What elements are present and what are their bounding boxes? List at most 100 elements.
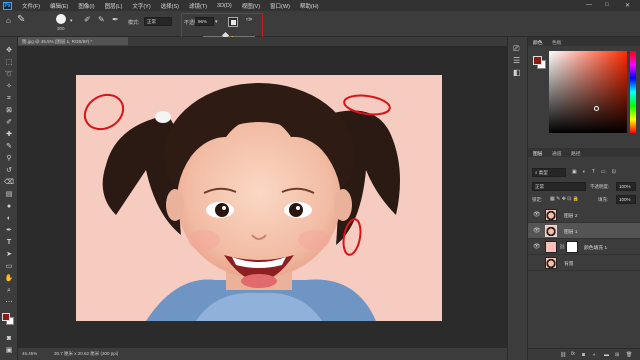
layer-opacity-input[interactable]: 100% (616, 182, 636, 191)
properties-icon[interactable]: ☰ (513, 57, 520, 65)
layer-filter-select[interactable]: ⌕ 类型 (532, 168, 566, 177)
menu-edit[interactable]: 编辑(E) (50, 2, 68, 10)
mode-select[interactable]: 正常 (144, 17, 172, 26)
adjustments-icon[interactable]: ◧ (513, 69, 521, 77)
panel-foreground-swatch[interactable] (533, 56, 542, 65)
maximize-button[interactable]: □ (605, 2, 609, 8)
menu-file[interactable]: 文件(F) (22, 2, 40, 10)
layer-row-layer-2[interactable]: 👁 图层 2 (528, 207, 640, 223)
screen-mode-icon[interactable]: ▣ (4, 346, 14, 355)
layer-style-icon[interactable]: fx (571, 351, 575, 357)
new-layer-icon[interactable]: ⊞ (615, 352, 619, 358)
add-mask-icon[interactable]: ◙ (582, 352, 585, 358)
layer-filter-label: 类型 (538, 170, 548, 175)
visibility-eye-icon[interactable]: 👁 (533, 243, 541, 250)
document-info: 30.7 厘米 x 20.62 厘米 (300 ppi) (54, 351, 119, 356)
chevron-down-icon[interactable]: ▾ (215, 18, 218, 26)
layer-row-color-fill[interactable]: 👁 ⛓ 颜色填充 1 (528, 239, 640, 255)
group-folder-icon[interactable]: ▬ (604, 352, 609, 358)
history-brush-tool-icon[interactable]: ↺ (4, 166, 14, 175)
history-icon[interactable]: ⎚ (513, 45, 519, 53)
smart-filter-icon[interactable]: ⊡ (612, 169, 616, 176)
home-icon[interactable]: ⌂ (6, 17, 11, 25)
pixel-filter-icon[interactable]: ▣ (572, 169, 577, 176)
color-picker-handle[interactable] (594, 106, 599, 111)
quick-select-tool-icon[interactable]: ✧ (4, 82, 14, 91)
eyedropper-tool-icon[interactable]: ✐ (4, 118, 14, 127)
opacity-input[interactable]: 96% (195, 17, 214, 26)
link-layers-icon[interactable]: ⛓ (560, 352, 566, 358)
hue-slider[interactable] (630, 51, 636, 133)
trash-icon[interactable]: 🗑 (626, 352, 632, 358)
path-select-tool-icon[interactable]: ➤ (4, 250, 14, 259)
smoothing-settings-icon[interactable]: ✑ (246, 16, 253, 24)
visibility-eye-icon[interactable]: 👁 (533, 211, 541, 218)
tab-swatches[interactable]: 色板 (552, 39, 562, 46)
shape-filter-icon[interactable]: ▭ (601, 169, 606, 176)
quick-mask-icon[interactable]: ◙ (4, 334, 14, 343)
type-tool-icon[interactable]: T (4, 238, 14, 247)
layers-panel-tabs (528, 148, 640, 157)
menu-image[interactable]: 图像(I) (78, 2, 94, 10)
stamp-tool-icon[interactable]: ⚲ (4, 154, 14, 163)
layer-thumbnail (545, 225, 557, 237)
menu-type[interactable]: 文字(Y) (132, 2, 150, 10)
pressure-opacity-icon[interactable] (228, 17, 238, 27)
zoom-tool-icon[interactable]: ⌕ (4, 286, 14, 295)
color-saturation-field[interactable] (549, 51, 627, 133)
lock-icons[interactable]: ▦ ✎ ✥ ⊡ 🔒 (550, 196, 579, 202)
tab-channels[interactable]: 通道 (552, 150, 562, 157)
type-filter-icon[interactable]: T (592, 169, 595, 176)
healing-tool-icon[interactable]: ✚ (4, 130, 14, 139)
menu-3d[interactable]: 3D(D) (217, 3, 232, 9)
visibility-eye-icon[interactable]: 👁 (533, 227, 541, 234)
layer-thumbnail (545, 257, 557, 269)
more-tools-icon[interactable]: ⋯ (4, 298, 14, 307)
frame-tool-icon[interactable]: ⊠ (4, 106, 14, 115)
rectangle-tool-icon[interactable]: ▭ (4, 262, 14, 271)
hand-tool-icon[interactable]: ✋ (4, 274, 14, 283)
adjustment-layer-icon[interactable]: ◐ (593, 352, 596, 358)
airbrush-icon[interactable]: ✒ (112, 16, 119, 24)
menu-select[interactable]: 选择(S) (161, 2, 179, 10)
menu-help[interactable]: 帮助(H) (300, 2, 319, 10)
menu-filter[interactable]: 滤镜(T) (189, 2, 207, 10)
tab-color[interactable]: 颜色 (533, 39, 543, 46)
gradient-tool-icon[interactable]: ▤ (4, 190, 14, 199)
foreground-color-swatch[interactable] (2, 313, 10, 321)
brush-tool-icon[interactable]: ✎ (4, 142, 14, 151)
pressure-size-icon[interactable]: ✎ (98, 16, 105, 24)
close-button[interactable]: ✕ (625, 2, 630, 9)
eraser-tool-icon[interactable]: ⌫ (4, 178, 14, 187)
zoom-level[interactable]: 45.45% (22, 351, 37, 356)
fill-input[interactable]: 100% (616, 195, 636, 204)
menu-layer[interactable]: 图层(L) (105, 2, 123, 10)
layer-row-background[interactable]: 背景 (528, 255, 640, 271)
photoshop-logo[interactable]: Ps (3, 1, 12, 10)
brush-preview[interactable] (56, 14, 66, 24)
adjust-filter-icon[interactable]: ◐ (583, 169, 586, 176)
layer-name: 背景 (564, 262, 574, 267)
panel-dock: ⎚ ☰ ◧ (507, 37, 527, 360)
document-tab[interactable]: 图.jpg @ 45.5% (图层 1, RGB/8#) * (18, 37, 128, 46)
blend-mode-select[interactable]: 正常 (532, 182, 586, 191)
brush-preset-icon[interactable]: ✐ (84, 16, 91, 24)
color-panel-tabs (528, 37, 640, 46)
move-tool-icon[interactable]: ✥ (4, 46, 14, 55)
tab-layers[interactable]: 图层 (533, 150, 543, 157)
pen-tool-icon[interactable]: ✒ (4, 226, 14, 235)
chevron-down-icon[interactable]: ▾ (70, 17, 73, 25)
dodge-tool-icon[interactable]: ◐ (4, 214, 14, 223)
blur-tool-icon[interactable]: ● (4, 202, 14, 211)
marquee-tool-icon[interactable]: ⬚ (4, 58, 14, 67)
crop-tool-icon[interactable]: ⌗ (4, 94, 14, 103)
lasso-tool-icon[interactable]: ➰ (4, 70, 14, 79)
tab-paths[interactable]: 路径 (571, 150, 581, 157)
layer-row-layer-1[interactable]: 👁 图层 1 (528, 223, 640, 239)
layer-mask-thumbnail[interactable] (566, 241, 578, 253)
minimize-button[interactable]: — (586, 2, 592, 8)
menu-window[interactable]: 窗口(W) (270, 2, 290, 10)
menu-view[interactable]: 视图(V) (242, 2, 260, 10)
brush-tool-icon[interactable]: ✎ (17, 15, 25, 25)
canvas-photo[interactable] (76, 75, 442, 321)
